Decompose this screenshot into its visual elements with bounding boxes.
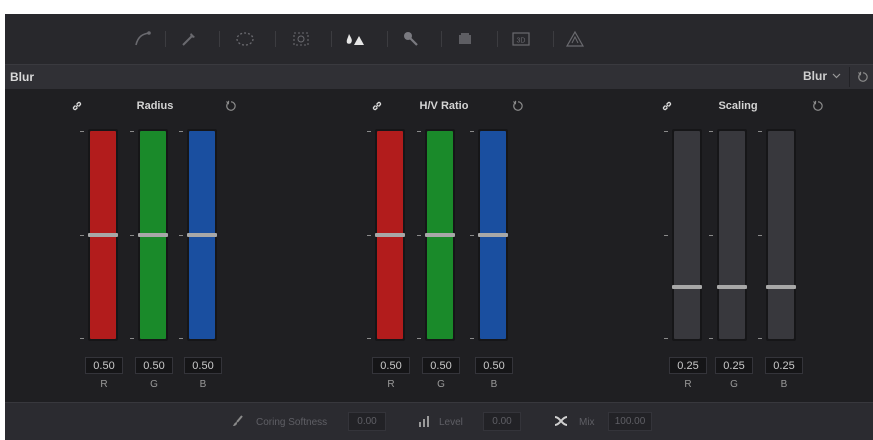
- slider-handle[interactable]: [425, 233, 455, 237]
- channel-slider-g[interactable]: [130, 129, 176, 343]
- mode-dropdown-label: Blur: [803, 69, 827, 83]
- value-field-b[interactable]: 0.25: [765, 357, 803, 374]
- value-field-r[interactable]: 0.50: [85, 357, 123, 374]
- coring-softness-label: Coring Softness: [256, 417, 328, 428]
- group-title: H/V Ratio: [419, 100, 469, 112]
- window-icon[interactable]: [231, 27, 259, 51]
- value-field-b[interactable]: 0.50: [475, 357, 513, 374]
- sizing-icon[interactable]: [451, 27, 479, 51]
- channel-slider-b[interactable]: [470, 129, 516, 343]
- group-title: Radius: [136, 100, 174, 112]
- level-label: Level: [439, 417, 463, 428]
- channel-label: R: [387, 379, 395, 390]
- reset-icon[interactable]: [512, 99, 524, 117]
- coring-softness-field[interactable]: 0.00: [348, 412, 386, 431]
- panel-header: Blur Blur: [5, 64, 873, 89]
- footer-bar: Coring Softness 0.00 Level 0.00 Mix 100.…: [5, 402, 873, 440]
- channel-label: G: [150, 379, 158, 390]
- reset-icon[interactable]: [225, 99, 237, 117]
- slider-handle[interactable]: [717, 285, 747, 289]
- value-field-g[interactable]: 0.50: [135, 357, 173, 374]
- level-icon: [417, 414, 431, 433]
- fx-icon[interactable]: [561, 27, 589, 51]
- value-field-g[interactable]: 0.50: [422, 357, 460, 374]
- brush-icon: [231, 414, 245, 433]
- channel-label: G: [730, 379, 738, 390]
- svg-text:3D: 3D: [517, 38, 526, 45]
- reset-all-icon[interactable]: [857, 70, 869, 88]
- reset-icon[interactable]: [812, 99, 824, 117]
- mix-label: Mix: [579, 417, 595, 428]
- channel-slider-g[interactable]: [417, 129, 463, 343]
- channel-label: B: [490, 379, 498, 390]
- radius-group: Radius 0.50 0.50 0.50 R G B: [55, 89, 245, 402]
- 3d-icon[interactable]: 3D: [507, 27, 535, 51]
- slider-handle[interactable]: [478, 233, 508, 237]
- blur-panel: 3D Blur Blur Radius 0.50 0.50 0.50 R G B…: [5, 14, 873, 440]
- mix-icon: [553, 414, 569, 433]
- channel-label: B: [780, 379, 788, 390]
- channel-label: B: [199, 379, 207, 390]
- link-icon[interactable]: [371, 99, 383, 117]
- value-field-r[interactable]: 0.25: [669, 357, 707, 374]
- level-field[interactable]: 0.00: [483, 412, 521, 431]
- panel-title: Blur: [10, 70, 34, 84]
- channel-slider-r[interactable]: [367, 129, 413, 343]
- slider-handle[interactable]: [88, 233, 118, 237]
- value-field-r[interactable]: 0.50: [372, 357, 410, 374]
- mode-dropdown[interactable]: Blur: [803, 69, 841, 83]
- picker-icon[interactable]: [175, 27, 203, 51]
- channel-slider-r[interactable]: [664, 129, 710, 343]
- chevron-down-icon: [832, 73, 841, 79]
- value-field-g[interactable]: 0.25: [715, 357, 753, 374]
- channel-label: R: [684, 379, 692, 390]
- slider-handle[interactable]: [766, 285, 796, 289]
- hv-ratio-group: H/V Ratio 0.50 0.50 0.50 R G B: [355, 89, 545, 402]
- palette-toolbar: 3D: [5, 14, 873, 64]
- link-icon[interactable]: [661, 99, 673, 117]
- group-title: Scaling: [718, 100, 758, 112]
- slider-area: Radius 0.50 0.50 0.50 R G B H/V Ratio 0.…: [5, 89, 873, 402]
- blur-icon[interactable]: [341, 27, 369, 51]
- channel-label: R: [100, 379, 108, 390]
- channel-label: G: [437, 379, 445, 390]
- scaling-group: Scaling 0.25 0.25 0.25 R G B: [645, 89, 835, 402]
- link-icon[interactable]: [71, 99, 83, 117]
- channel-slider-b[interactable]: [758, 129, 804, 343]
- slider-handle[interactable]: [375, 233, 405, 237]
- curve-icon[interactable]: [129, 27, 157, 51]
- slider-handle[interactable]: [187, 233, 217, 237]
- slider-handle[interactable]: [672, 285, 702, 289]
- tracker-icon[interactable]: [287, 27, 315, 51]
- key-icon[interactable]: [397, 27, 425, 51]
- channel-slider-r[interactable]: [80, 129, 126, 343]
- mix-field[interactable]: 100.00: [608, 412, 652, 431]
- value-field-b[interactable]: 0.50: [184, 357, 222, 374]
- channel-slider-g[interactable]: [709, 129, 755, 343]
- slider-handle[interactable]: [138, 233, 168, 237]
- channel-slider-b[interactable]: [179, 129, 225, 343]
